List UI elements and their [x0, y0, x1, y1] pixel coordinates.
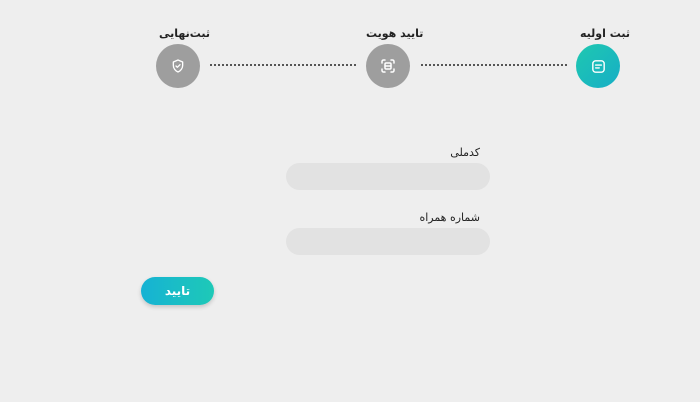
step-final[interactable] [156, 44, 200, 88]
mobile-label: شماره همراه [419, 211, 480, 224]
step-final-label: ثبت‌نهایی [159, 27, 211, 40]
submit-button[interactable]: تایید [141, 277, 214, 305]
note-icon [591, 59, 605, 73]
step-identity-label: تایید هویت [366, 27, 424, 40]
national-code-input[interactable] [286, 163, 490, 190]
step-identity[interactable] [366, 44, 410, 88]
national-code-label: کدملی [450, 146, 480, 159]
step-initial-label: ثبت اولیه [580, 27, 630, 40]
step-connector-2 [210, 64, 356, 66]
mobile-input[interactable] [286, 228, 490, 255]
shield-check-icon [172, 59, 184, 73]
step-initial[interactable] [576, 44, 620, 88]
scan-icon [381, 59, 395, 73]
step-connector-1 [421, 64, 567, 66]
registration-page: ثبت‌نهایی تایید هویت ثبت اولیه [0, 0, 700, 402]
